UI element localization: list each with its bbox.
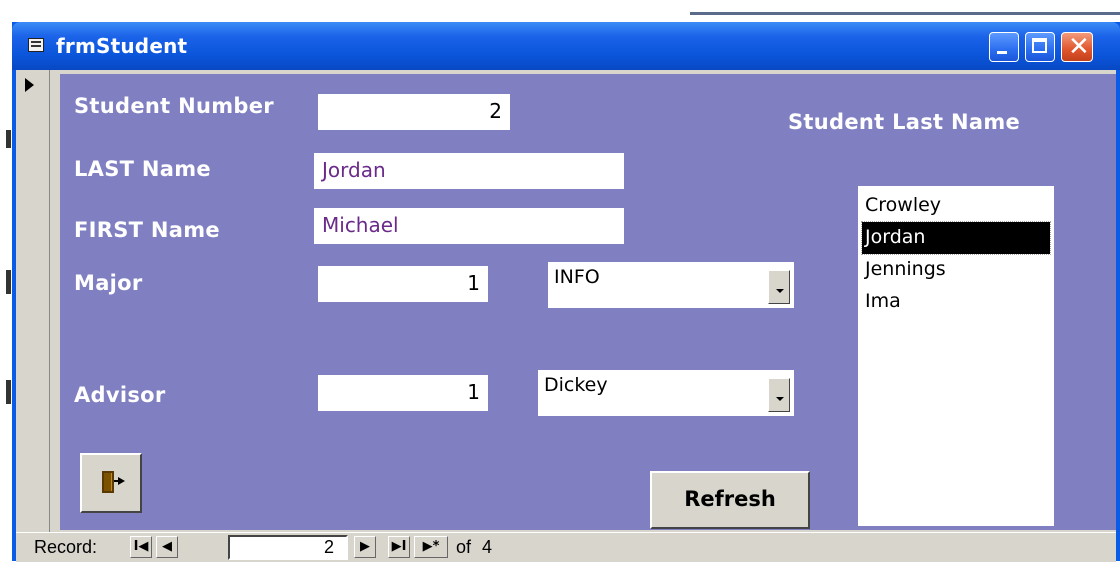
next-record-button[interactable]: ▶ xyxy=(354,536,376,558)
form-window: frmStudent ✕ Student Number 2 LAST Name … xyxy=(12,22,1120,562)
desktop-background xyxy=(0,0,1120,22)
background-mark xyxy=(6,130,11,148)
record-selector[interactable] xyxy=(16,70,50,532)
current-record-field[interactable]: 2 xyxy=(228,535,348,560)
previous-record-button[interactable]: ◀ xyxy=(156,536,178,558)
list-header-label: Student Last Name xyxy=(788,110,1021,134)
background-window-edge xyxy=(690,12,1120,15)
record-total-count: 4 xyxy=(482,537,493,557)
first-name-label: FIRST Name xyxy=(74,218,220,242)
refresh-button[interactable]: Refresh xyxy=(650,471,810,529)
current-record-arrow-icon xyxy=(25,78,34,92)
advisor-id-field[interactable]: 1 xyxy=(318,375,488,411)
first-record-button[interactable]: I◀ xyxy=(130,536,152,558)
list-item[interactable]: Crowley xyxy=(862,190,1050,222)
form-icon[interactable] xyxy=(28,38,44,52)
major-dropdown-icon[interactable] xyxy=(768,270,790,304)
list-item-selected[interactable]: Jordan xyxy=(861,221,1051,255)
record-label: Record: xyxy=(34,537,98,557)
advisor-dropdown-icon[interactable] xyxy=(768,378,790,412)
list-item[interactable]: Jennings xyxy=(862,254,1050,286)
advisor-combo[interactable]: Dickey xyxy=(538,370,794,416)
window-title: frmStudent xyxy=(56,34,188,58)
first-name-field[interactable]: Michael xyxy=(314,208,624,244)
last-name-label: LAST Name xyxy=(74,157,211,181)
background-mark xyxy=(6,270,11,294)
last-name-field[interactable]: Jordan xyxy=(314,153,624,189)
form-detail-section: Student Number 2 LAST Name Jordan FIRST … xyxy=(60,74,1116,530)
advisor-combo-value: Dickey xyxy=(544,374,608,396)
student-number-label: Student Number xyxy=(74,94,274,118)
new-record-button[interactable]: ▶* xyxy=(414,536,448,558)
student-number-field[interactable]: 2 xyxy=(318,94,510,130)
title-bar[interactable]: frmStudent ✕ xyxy=(12,22,1120,70)
form-client-area: Student Number 2 LAST Name Jordan FIRST … xyxy=(16,70,1116,562)
exit-door-icon xyxy=(102,471,125,493)
maximize-button[interactable] xyxy=(1025,32,1055,62)
major-combo[interactable]: INFO xyxy=(548,262,794,308)
list-item[interactable]: Ima xyxy=(862,286,1050,318)
record-of-label: of xyxy=(456,537,472,557)
exit-button[interactable] xyxy=(80,453,142,513)
advisor-label: Advisor xyxy=(74,383,166,407)
student-last-name-listbox[interactable]: Crowley Jordan Jennings Ima xyxy=(858,186,1054,526)
minimize-button[interactable] xyxy=(989,32,1019,62)
background-mark xyxy=(6,380,11,404)
close-button[interactable]: ✕ xyxy=(1061,32,1093,62)
close-icon: ✕ xyxy=(1068,32,1090,62)
record-navigation-bar: Record: I◀ ◀ 2 ▶ ▶I ▶* of 4 xyxy=(16,532,1116,562)
major-label: Major xyxy=(74,271,143,295)
major-id-field[interactable]: 1 xyxy=(318,266,488,302)
last-record-button[interactable]: ▶I xyxy=(388,536,410,558)
major-combo-value: INFO xyxy=(554,266,600,288)
